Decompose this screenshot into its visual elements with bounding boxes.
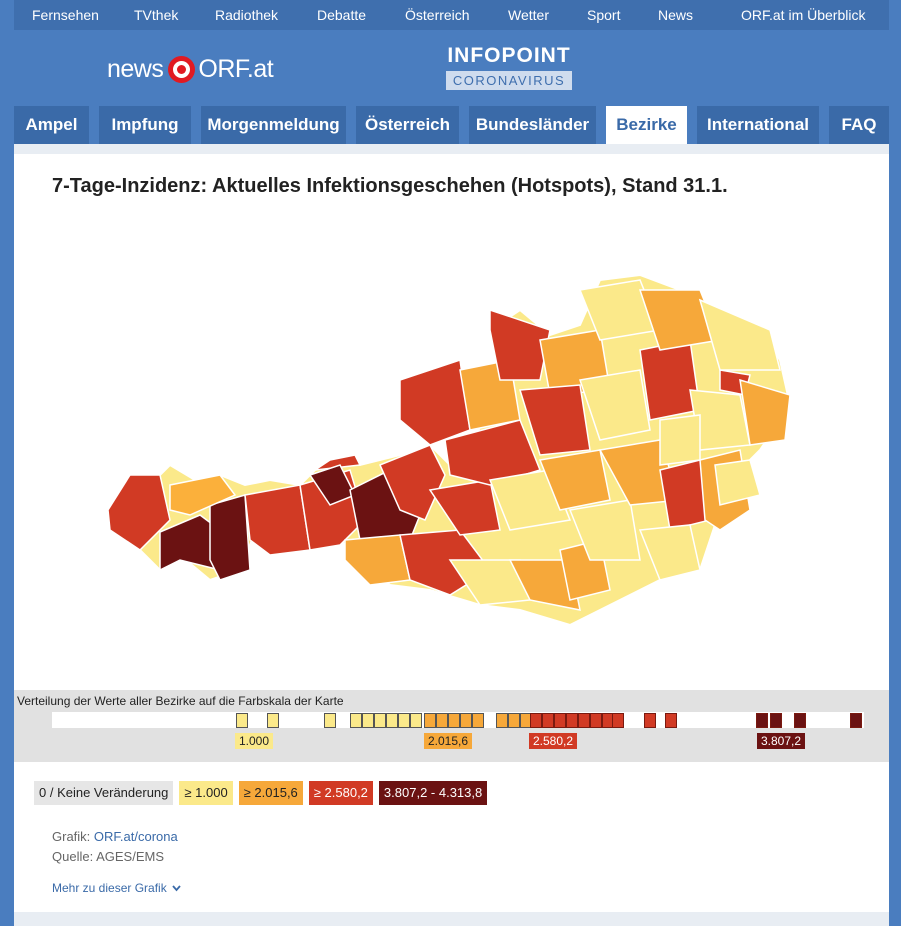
threshold-label-2015: 2.015,6	[424, 733, 473, 749]
distribution-tick	[496, 713, 508, 728]
nav-news[interactable]: News	[658, 7, 693, 23]
orf-news-logo[interactable]: news ORF.at	[107, 54, 274, 84]
distribution-tick	[850, 713, 862, 728]
legend-item-4: 3.807,2 - 4.313,8	[378, 781, 488, 805]
site-header: news ORF.at INFOPOINT CORONAVIRUS	[14, 30, 889, 106]
section-tabs: Ampel Impfung Morgenmeldung Österreich B…	[0, 106, 901, 144]
credit-grafik-link[interactable]: ORF.at/corona	[94, 829, 178, 844]
credit-grafik-label: Grafik:	[52, 829, 91, 844]
logo-orf-text: ORF.at	[198, 54, 274, 83]
tab-faq[interactable]: FAQ	[829, 106, 889, 144]
tab-international[interactable]: International	[697, 106, 819, 144]
infopoint-badge[interactable]: INFOPOINT CORONAVIRUS	[444, 44, 574, 90]
distribution-tick	[644, 713, 656, 728]
region-salzburg	[399, 359, 471, 446]
region-oberwart	[714, 459, 761, 506]
distribution-tick	[424, 713, 436, 728]
region-imst	[209, 494, 251, 581]
distribution-tick	[324, 713, 336, 728]
content-bottom-strip	[14, 912, 889, 926]
distribution-tick	[590, 713, 602, 728]
tab-morgenmeldung[interactable]: Morgenmeldung	[201, 106, 346, 144]
distribution-tick	[267, 713, 279, 728]
nav-sport[interactable]: Sport	[587, 7, 620, 23]
credit-grafik: Grafik: ORF.at/corona	[52, 827, 178, 847]
infopoint-title: INFOPOINT	[447, 44, 571, 67]
region-lienz	[344, 534, 411, 586]
tab-bundeslaender[interactable]: Bundesländer	[469, 106, 596, 144]
tab-ampel[interactable]: Ampel	[14, 106, 89, 144]
distribution-tick	[794, 713, 806, 728]
color-legend: 0 / Keine Veränderung ≥ 1.000 ≥ 2.015,6 …	[34, 781, 488, 805]
more-about-graphic-link[interactable]: Mehr zu dieser Grafik	[52, 881, 181, 895]
distribution-tick	[374, 713, 386, 728]
distribution-tick	[448, 713, 460, 728]
threshold-label-1000: 1.000	[235, 733, 274, 749]
distribution-tick	[472, 713, 484, 728]
legend-item-1: ≥ 1.000	[179, 781, 233, 805]
nav-orf-ueberblick[interactable]: ORF.at im Überblick	[741, 7, 865, 23]
distribution-tick	[665, 713, 677, 728]
content-top-strip	[14, 144, 889, 154]
austria-district-map[interactable]	[100, 270, 810, 640]
legend-item-2: ≥ 2.015,6	[238, 781, 303, 805]
distribution-label: Verteilung der Werte aller Bezirke auf d…	[17, 694, 344, 708]
page-title: 7-Tage-Inzidenz: Aktuelles Infektionsges…	[52, 175, 728, 197]
region-innsbruck	[244, 484, 311, 556]
nav-tvthek[interactable]: TVthek	[134, 7, 178, 23]
region-wr-neustadt	[659, 414, 701, 466]
more-link-label: Mehr zu dieser Grafik	[52, 881, 167, 895]
tab-bezirke[interactable]: Bezirke	[606, 106, 687, 144]
distribution-tick	[362, 713, 374, 728]
distribution-tick	[508, 713, 520, 728]
legend-item-0: 0 / Keine Veränderung	[34, 781, 174, 805]
distribution-tick	[236, 713, 248, 728]
threshold-label-3807: 3.807,2	[757, 733, 806, 749]
distribution-tick	[612, 713, 624, 728]
tab-oesterreich[interactable]: Österreich	[356, 106, 459, 144]
region-st-poelten	[639, 339, 701, 421]
nav-oesterreich[interactable]: Österreich	[405, 7, 470, 23]
logo-news-text: news	[107, 54, 164, 83]
distribution-tick	[756, 713, 768, 728]
orf-eye-icon	[168, 55, 196, 83]
credits: Grafik: ORF.at/corona Quelle: AGES/EMS	[52, 827, 178, 867]
infopoint-subtitle: CORONAVIRUS	[446, 71, 572, 90]
nav-wetter[interactable]: Wetter	[508, 7, 549, 23]
distribution-tick	[770, 713, 782, 728]
legend-item-3: ≥ 2.580,2	[308, 781, 373, 805]
nav-fernsehen[interactable]: Fernsehen	[32, 7, 99, 23]
top-navigation: Fernsehen TVthek Radiothek Debatte Öster…	[14, 0, 889, 30]
nav-debatte[interactable]: Debatte	[317, 7, 366, 23]
distribution-tick	[542, 713, 554, 728]
distribution-tick	[460, 713, 472, 728]
nav-radiothek[interactable]: Radiothek	[215, 7, 278, 23]
distribution-tick	[530, 713, 542, 728]
credit-quelle: Quelle: AGES/EMS	[52, 849, 164, 864]
distribution-tick	[554, 713, 566, 728]
distribution-tick	[436, 713, 448, 728]
distribution-tick	[410, 713, 422, 728]
distribution-tick	[386, 713, 398, 728]
distribution-tick	[578, 713, 590, 728]
distribution-tick	[350, 713, 362, 728]
threshold-label-2580: 2.580,2	[529, 733, 578, 749]
tab-impfung[interactable]: Impfung	[99, 106, 191, 144]
chevron-down-icon	[172, 885, 181, 892]
distribution-tick	[398, 713, 410, 728]
distribution-tick	[566, 713, 578, 728]
